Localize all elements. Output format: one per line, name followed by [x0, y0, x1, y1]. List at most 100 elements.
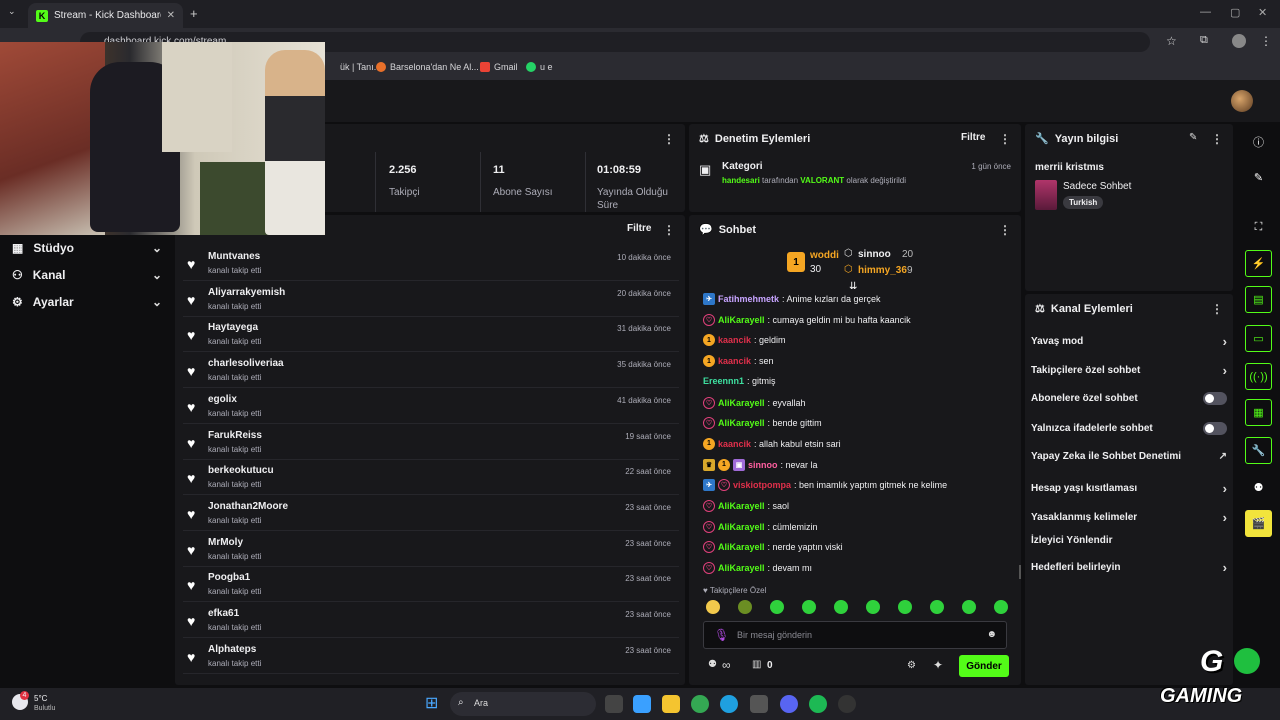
follower-name[interactable]: Muntvanes [208, 251, 260, 262]
tab-list-icon[interactable]: ⌄ [8, 6, 16, 17]
quick-actions-icon[interactable]: ⚡ [1245, 250, 1272, 277]
filter-button[interactable]: Filtre [627, 223, 651, 234]
chat-message[interactable]: ♡ AliKarayell: eyvallah [703, 396, 1013, 409]
follower-row[interactable]: ♥ efka61 kanalı takip etti 23 saat önce [183, 604, 679, 638]
follower-row[interactable]: ♥ Haytayega kanalı takip etti 31 dakika önc… [183, 318, 679, 353]
emote-icon[interactable] [706, 600, 720, 614]
emote-icon[interactable] [930, 600, 944, 614]
emote-icon[interactable] [770, 600, 784, 614]
chrome-icon[interactable] [691, 695, 709, 713]
stream-category[interactable]: Sadece Sohbet [1063, 181, 1131, 192]
browser-tab[interactable]: K Stream - Kick Dashboard ✕ [28, 3, 183, 28]
bookmark-item[interactable]: Barselona'dan Ne Al... [376, 62, 479, 72]
clapper-icon[interactable]: 🎬 [1245, 510, 1272, 537]
chat-message[interactable]: ♡ AliKarayell: cumaya geldin mi bu hafta … [703, 313, 1013, 326]
sidebar-item-channel[interactable]: ⚇ Kanal ⌄ [12, 268, 162, 282]
toggle-switch[interactable] [1203, 392, 1227, 405]
follower-row[interactable]: ♥ Jonathan2Moore kanalı takip etti 23 saat … [183, 497, 679, 531]
settings-gear-icon[interactable]: ⚙ [907, 660, 916, 671]
shop-icon[interactable]: ▥ [752, 659, 761, 670]
emote-icon[interactable] [866, 600, 880, 614]
bookmark-item[interactable]: Gmail [480, 62, 518, 72]
info-icon[interactable]: ⓘ [1245, 128, 1272, 155]
follower-row[interactable]: ♥ Poogba1 kanalı takip etti 23 saat önce [183, 568, 679, 603]
leader-name[interactable]: himmy_36 [858, 265, 907, 276]
emote-icon[interactable] [802, 600, 816, 614]
channel-action-item[interactable]: Yavaş mod › [1031, 334, 1227, 349]
chat-username[interactable]: kaancik [718, 356, 751, 366]
emote-picker-icon[interactable]: ✦ [933, 658, 943, 672]
category-thumbnail[interactable] [1035, 180, 1057, 210]
chat-input[interactable]: 🎙 Bir mesaj gönderin ☻ [703, 621, 1007, 649]
more-options-icon[interactable]: ⋮ [663, 132, 675, 146]
chat-message[interactable]: 1 kaancik: sen [703, 355, 1013, 368]
maximize-icon[interactable]: ▢ [1230, 6, 1240, 19]
channel-action-item[interactable]: Yapay Zeka ile Sohbet Denetimi ↗ [1031, 451, 1227, 462]
chat-message[interactable]: ♡ AliKarayell: devam mı [703, 562, 1013, 575]
follower-name[interactable]: MrMoly [208, 537, 243, 548]
community-icon[interactable]: ⚉ [708, 659, 717, 670]
emote-icon[interactable] [994, 600, 1008, 614]
follower-row[interactable]: ♥ FarukReiss kanalı takip etti 19 saat önce [183, 426, 679, 460]
chat-username[interactable]: AliKarayell [718, 418, 765, 428]
follower-name[interactable]: FarukReiss [208, 430, 262, 441]
task-view-icon[interactable] [605, 695, 623, 713]
event-category[interactable]: VALORANT [800, 176, 844, 185]
discord-icon[interactable] [780, 695, 798, 713]
emoji-icon[interactable]: ☻ [986, 629, 997, 640]
chat-message[interactable]: ♡ AliKarayell: nerde yaptın viski [703, 541, 1013, 554]
chat-widget-icon[interactable]: ▭ [1245, 325, 1272, 352]
follower-name[interactable]: charlesoliveriaa [208, 358, 284, 369]
follower-row[interactable]: ♥ Alphateps kanalı takip etti 23 saat önce [183, 640, 679, 674]
follower-name[interactable]: Aliyarrakyemish [208, 287, 285, 298]
more-options-icon[interactable]: ⋮ [999, 223, 1011, 237]
user-avatar[interactable] [1231, 90, 1253, 112]
copilot-icon[interactable] [633, 695, 651, 713]
channel-action-item[interactable]: Yasaklanmış kelimeler › [1031, 510, 1227, 525]
toggle-switch[interactable] [1203, 422, 1227, 435]
channel-action-item[interactable]: Hedefleri belirleyin › [1031, 560, 1227, 575]
chat-username[interactable]: Fatihmehmetk [718, 294, 779, 304]
bookmark-star-icon[interactable]: ☆ [1166, 34, 1177, 48]
chat-message[interactable]: ♡ AliKarayell: saol [703, 500, 1013, 512]
extensions-icon[interactable]: ⧉ [1200, 34, 1208, 47]
taskbar-search[interactable]: ⌕ Ara [450, 692, 596, 716]
layout-icon[interactable]: ▦ [1245, 399, 1272, 426]
bookmark-item[interactable]: u e [526, 62, 553, 72]
microphone-icon[interactable]: 🎙 [714, 628, 729, 642]
follower-name[interactable]: egolix [208, 394, 237, 405]
chat-username[interactable]: AliKarayell [718, 315, 765, 325]
edit-pencil-icon[interactable]: ✎ [1189, 132, 1197, 143]
close-tab-icon[interactable]: ✕ [167, 10, 175, 21]
spotify-icon[interactable] [809, 695, 827, 713]
follower-row[interactable]: ♥ Muntvanes kanalı takip etti 10 dakika önc… [183, 247, 679, 281]
minimize-icon[interactable]: — [1200, 6, 1211, 18]
channel-action-item[interactable]: Abonelere özel sohbet [1031, 392, 1227, 405]
chat-scrollbar[interactable] [1019, 565, 1021, 579]
follower-name[interactable]: Alphateps [208, 644, 256, 655]
notes-icon[interactable]: ▤ [1245, 286, 1272, 313]
more-options-icon[interactable]: ⋮ [999, 132, 1011, 146]
follower-row[interactable]: ♥ charlesoliveriaa kanalı takip etti 35 dak… [183, 354, 679, 389]
edge-icon[interactable] [720, 695, 738, 713]
chat-username[interactable]: Ereennn1 [703, 376, 744, 386]
filter-button[interactable]: Filtre [961, 132, 985, 143]
leader-name[interactable]: woddi [810, 250, 839, 261]
follower-row[interactable]: ♥ egolix kanalı takip etti 41 dakika önce [183, 390, 679, 424]
file-explorer-icon[interactable] [662, 695, 680, 713]
chat-username[interactable]: sinnoo [748, 460, 778, 470]
fullscreen-icon[interactable]: ⛶ [1245, 214, 1272, 241]
chat-username[interactable]: AliKarayell [718, 542, 765, 552]
channel-action-item[interactable]: Yalnızca ifadelerle sohbet [1031, 422, 1227, 435]
chat-message[interactable]: ♛ 1 ▣ sinnoo: nevar la [703, 458, 1013, 471]
send-button[interactable]: Gönder [959, 655, 1009, 677]
chat-message[interactable]: ♡ AliKarayell: bende gittim [703, 417, 1013, 430]
chat-username[interactable]: AliKarayell [718, 398, 765, 408]
chat-username[interactable]: kaancik [718, 439, 751, 449]
follower-name[interactable]: Poogba1 [208, 572, 250, 583]
more-options-icon[interactable]: ⋮ [663, 223, 675, 237]
follower-row[interactable]: ♥ Aliyarrakyemish kanalı takip etti 20 daki… [183, 283, 679, 317]
emote-icon[interactable] [898, 600, 912, 614]
profile-icon[interactable] [1232, 34, 1246, 48]
edit-icon[interactable]: ✎ [1245, 164, 1272, 191]
